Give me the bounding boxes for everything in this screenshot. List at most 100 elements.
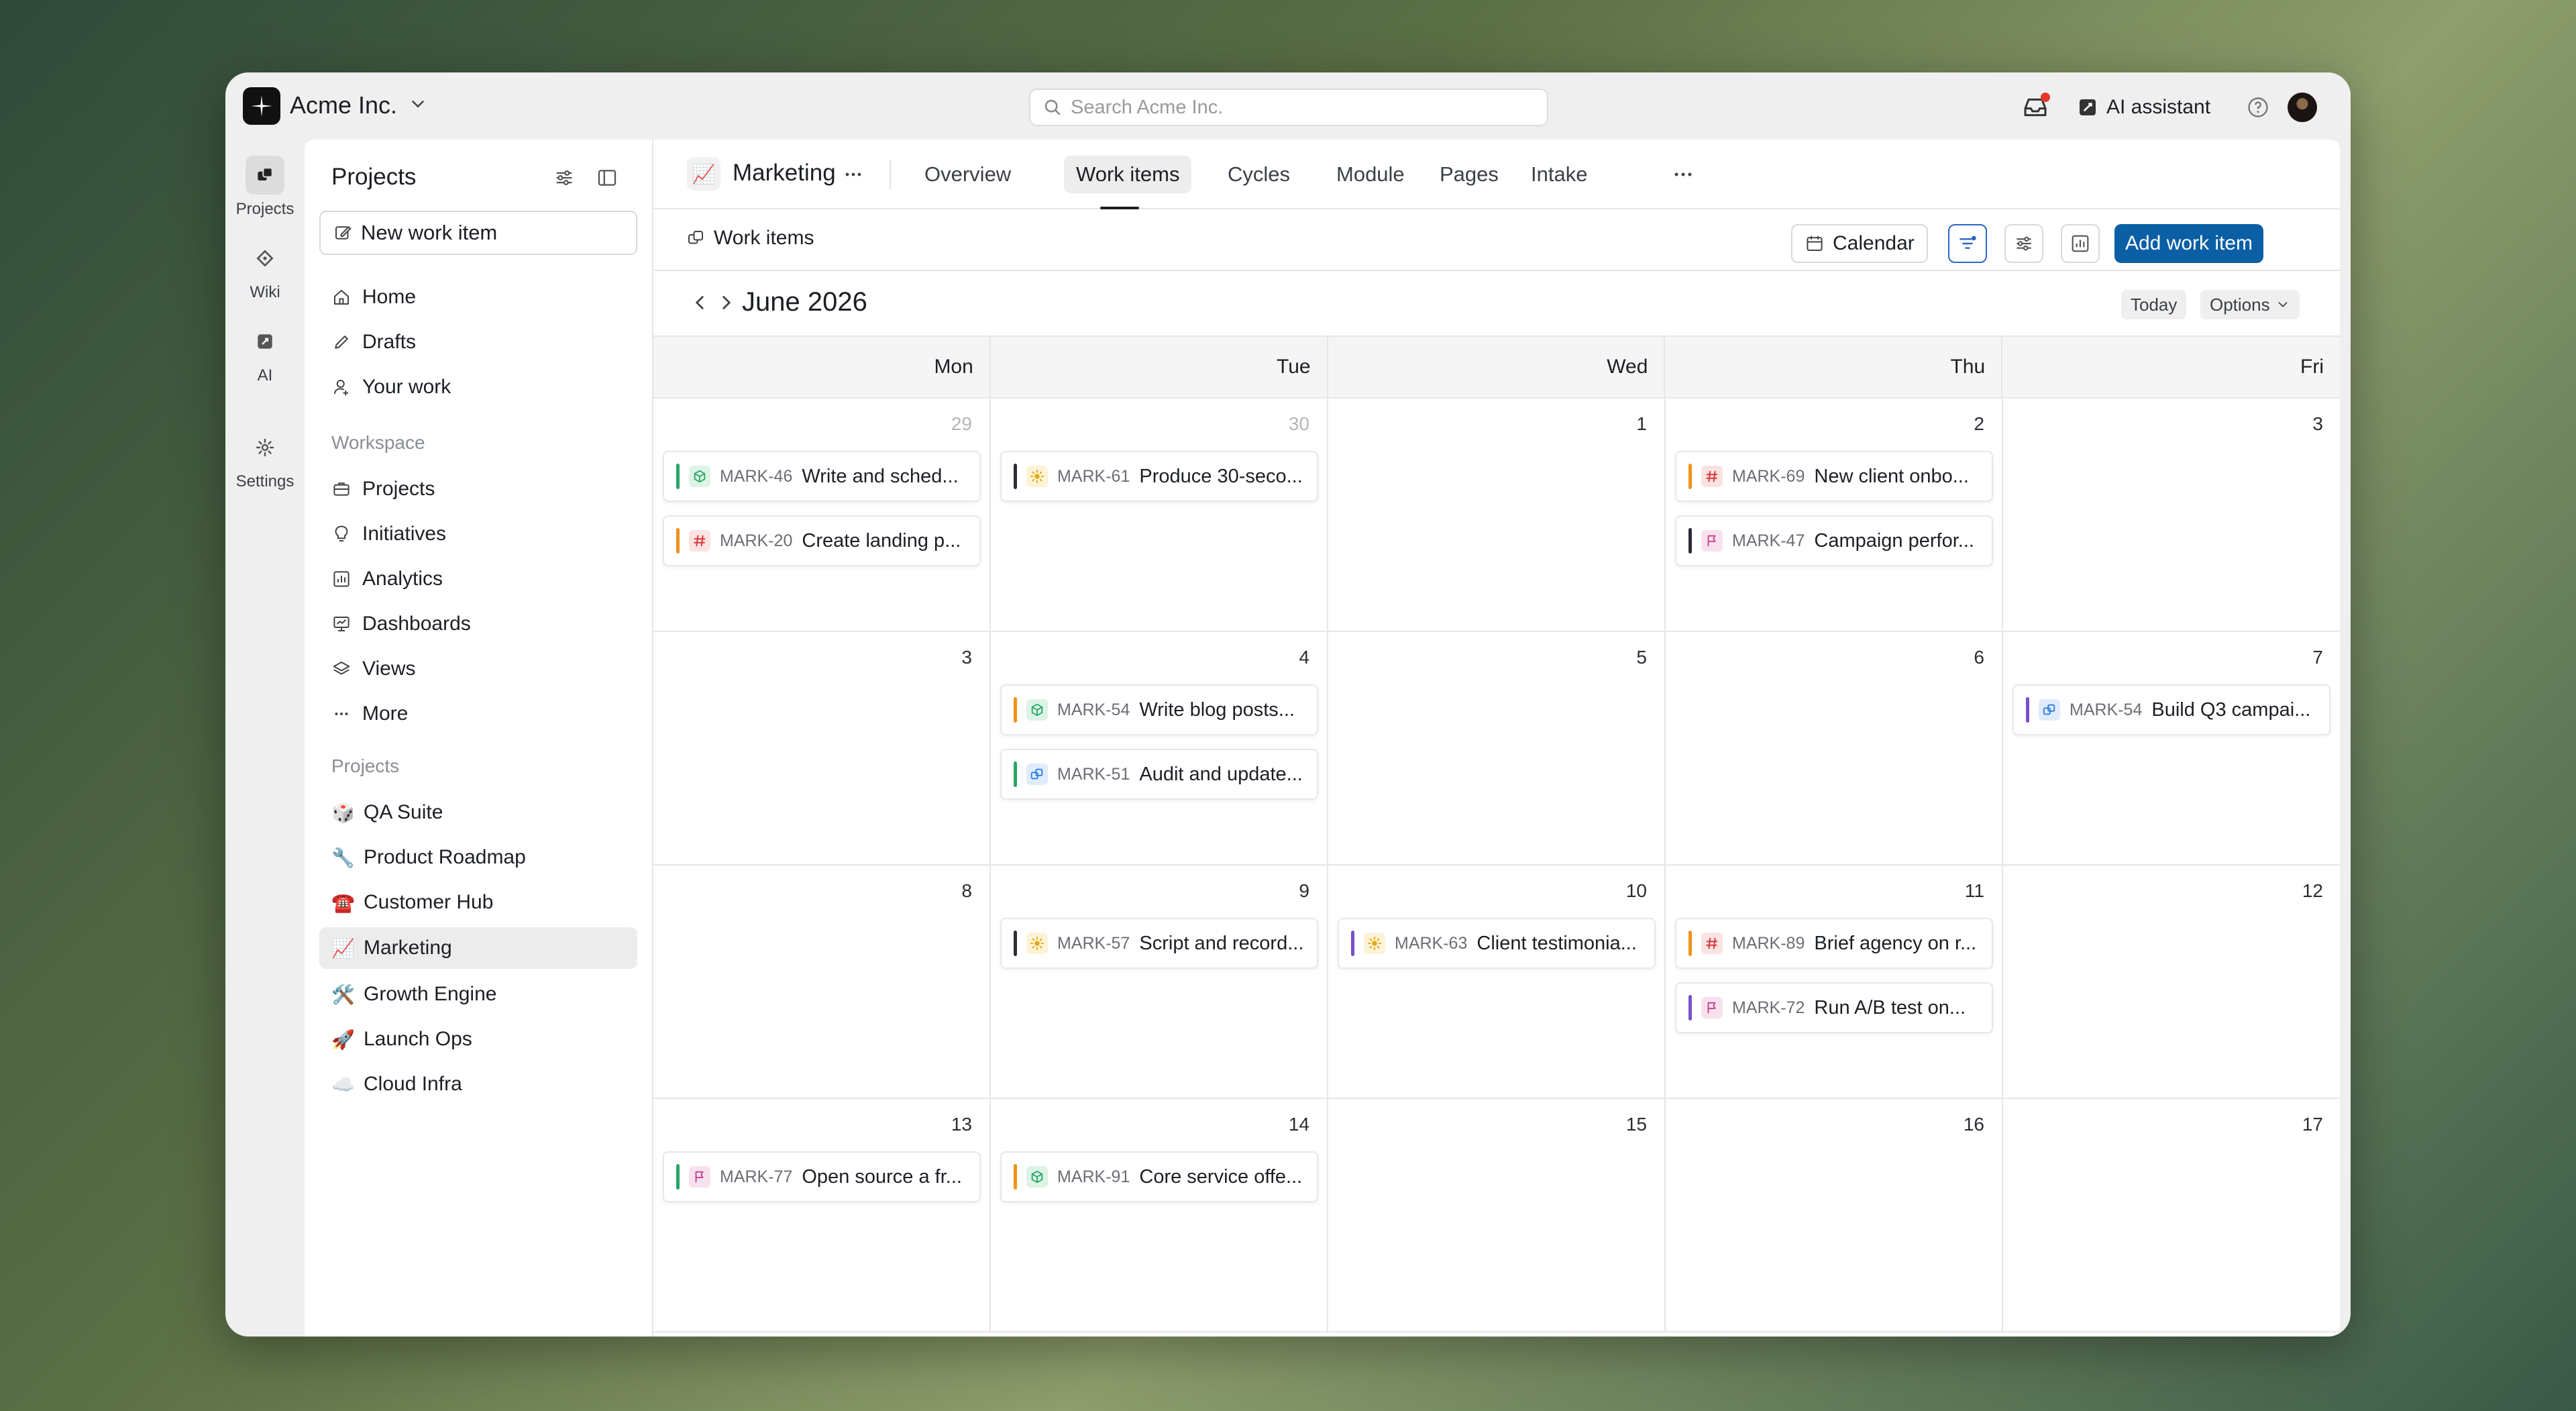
sidebar-item-projects[interactable]: Projects xyxy=(319,468,637,510)
work-item-card[interactable]: MARK-54 Write blog posts... xyxy=(1000,684,1318,735)
sidebar-item-initiatives[interactable]: Initiatives xyxy=(319,513,637,555)
filter-button[interactable] xyxy=(1948,224,1987,263)
sidebar-item-analytics[interactable]: Analytics xyxy=(319,558,637,600)
work-item-key: MARK-54 xyxy=(2070,700,2143,719)
help-icon[interactable] xyxy=(2246,95,2270,119)
sidebar-project-marketing[interactable]: 📈 Marketing xyxy=(319,927,637,969)
sidebar-item-views[interactable]: Views xyxy=(319,648,637,690)
tab-pages[interactable]: Pages xyxy=(1428,156,1511,193)
analytics-button[interactable] xyxy=(2061,224,2100,263)
sidebar-item-label: Cloud Infra xyxy=(364,1073,462,1095)
calendar-day-cell[interactable]: 8 xyxy=(653,866,991,1099)
work-item-card[interactable]: MARK-91 Core service offe... xyxy=(1000,1151,1318,1202)
calendar-day-cell[interactable]: 5 xyxy=(1328,632,1666,866)
work-item-card[interactable]: MARK-46 Write and sched... xyxy=(663,451,981,502)
sidebar-item-label: Projects xyxy=(362,478,435,500)
calendar-day-cell[interactable]: 16 xyxy=(1666,1099,2003,1332)
sidebar-item-your-work[interactable]: Your work xyxy=(319,366,637,408)
calendar-day-cell[interactable]: 12 xyxy=(2003,866,2340,1099)
calendar-day-cell[interactable]: 15 xyxy=(1328,1099,1666,1332)
calendar-day-cell[interactable]: 1 xyxy=(1328,399,1666,632)
tab-overview[interactable]: Overview xyxy=(912,156,1023,193)
search-input[interactable] xyxy=(1071,96,1527,119)
calendar-day-cell[interactable]: 11 MARK-89 Brief agency on r... MARK-72 Run … xyxy=(1666,866,2003,1099)
rail-item-wiki[interactable]: Wiki xyxy=(225,239,305,302)
layout-calendar-button[interactable]: Calendar xyxy=(1791,224,1928,263)
work-item-card[interactable]: MARK-72 Run A/B test on... xyxy=(1675,982,1993,1033)
work-items-label: Work items xyxy=(714,227,814,249)
today-button[interactable]: Today xyxy=(2121,290,2187,319)
tab-module[interactable]: Module xyxy=(1324,156,1417,193)
sidebar-project-cloud-infra[interactable]: ☁️ Cloud Infra xyxy=(319,1063,637,1105)
chevron-down-icon[interactable] xyxy=(408,94,428,114)
more-horizontal-icon[interactable] xyxy=(1672,166,1695,182)
filter-sliders-icon[interactable] xyxy=(553,166,576,189)
day-work-items: MARK-89 Brief agency on r... MARK-72 Run A/… xyxy=(1675,918,1993,1033)
display-button[interactable] xyxy=(2004,224,2043,263)
workspace-name[interactable]: Acme Inc. xyxy=(290,91,397,119)
calendar-day-cell[interactable]: 4 MARK-54 Write blog posts... MARK-51 Audit … xyxy=(991,632,1328,866)
priority-bar xyxy=(2026,697,2029,723)
priority-bar xyxy=(676,528,680,554)
rail-label: AI xyxy=(257,366,273,384)
calendar-day-cell[interactable]: 3 xyxy=(2003,399,2340,632)
day-number: 1 xyxy=(1636,413,1647,434)
add-work-item-button[interactable]: Add work item xyxy=(2114,224,2263,263)
tab-cycles[interactable]: Cycles xyxy=(1216,156,1302,193)
chevron-right-icon[interactable] xyxy=(715,291,738,314)
work-item-card[interactable]: MARK-89 Brief agency on r... xyxy=(1675,918,1993,969)
work-item-card[interactable]: MARK-63 Client testimonia... xyxy=(1338,918,1656,969)
sidebar-project-customer-hub[interactable]: ☎️ Customer Hub xyxy=(319,882,637,923)
sidebar-project-launch-ops[interactable]: 🚀 Launch Ops xyxy=(319,1018,637,1060)
calendar-day-cell[interactable]: 7 MARK-54 Build Q3 campai... xyxy=(2003,632,2340,866)
work-item-title: Run A/B test on... xyxy=(1814,996,1966,1018)
sidebar-project-growth-engine[interactable]: 🛠️ Growth Engine xyxy=(319,974,637,1015)
project-emoji-icon[interactable]: 📈 xyxy=(687,157,720,191)
day-number: 6 xyxy=(1974,647,1984,668)
rail-item-settings[interactable]: Settings xyxy=(225,428,305,491)
work-item-card[interactable]: MARK-57 Script and record... xyxy=(1000,918,1318,969)
sidebar-item-more[interactable]: More xyxy=(319,693,637,735)
work-item-card[interactable]: MARK-61 Produce 30-seco... xyxy=(1000,451,1318,502)
work-items-breadcrumb[interactable]: Work items xyxy=(686,227,814,250)
rail-item-projects[interactable]: Projects xyxy=(225,156,305,219)
work-item-card[interactable]: MARK-20 Create landing p... xyxy=(663,515,981,566)
calendar-day-cell[interactable]: 14 MARK-91 Core service offe... xyxy=(991,1099,1328,1332)
calendar-day-cell[interactable]: 2 MARK-69 New client onbo... MARK-47 Campaig… xyxy=(1666,399,2003,632)
calendar-day-cell[interactable]: 3 xyxy=(653,632,991,866)
options-dropdown[interactable]: Options xyxy=(2200,290,2300,319)
sidebar-item-drafts[interactable]: Drafts xyxy=(319,321,637,363)
new-work-item-button[interactable]: New work item xyxy=(319,211,637,255)
work-item-card[interactable]: MARK-51 Audit and update... xyxy=(1000,749,1318,800)
more-horizontal-icon[interactable] xyxy=(841,162,865,187)
sidebar-item-home[interactable]: Home xyxy=(319,276,637,318)
work-item-card[interactable]: MARK-69 New client onbo... xyxy=(1675,451,1993,502)
work-item-card[interactable]: MARK-47 Campaign perfor... xyxy=(1675,515,1993,566)
day-work-items: MARK-91 Core service offe... xyxy=(1000,1151,1318,1202)
rail-label: Settings xyxy=(235,472,294,490)
calendar-day-cell[interactable]: 30 MARK-61 Produce 30-seco... xyxy=(991,399,1328,632)
calendar-day-cell[interactable]: 10 MARK-63 Client testimonia... xyxy=(1328,866,1666,1099)
search-box[interactable] xyxy=(1029,89,1548,126)
pencil-square-icon xyxy=(335,225,352,240)
tab-intake[interactable]: Intake xyxy=(1519,156,1599,193)
calendar-day-cell[interactable]: 13 MARK-77 Open source a fr... xyxy=(653,1099,991,1332)
work-item-card[interactable]: MARK-77 Open source a fr... xyxy=(663,1151,981,1202)
user-avatar[interactable] xyxy=(2288,93,2317,122)
ai-assistant-button[interactable]: AI assistant xyxy=(2077,89,2210,126)
tab-work-items[interactable]: Work items xyxy=(1064,156,1192,193)
calendar-day-cell[interactable]: 29 MARK-46 Write and sched... MARK-20 Create… xyxy=(653,399,991,632)
sidebar-project-product-roadmap[interactable]: 🔧 Product Roadmap xyxy=(319,837,637,878)
sidebar-item-dashboards[interactable]: Dashboards xyxy=(319,603,637,645)
sidebar-toggle-icon[interactable] xyxy=(596,166,619,189)
calendar-day-cell[interactable]: 6 xyxy=(1666,632,2003,866)
rail-item-ai[interactable]: AI xyxy=(225,322,305,385)
rail-label: Projects xyxy=(235,200,294,218)
workspace-logo-icon[interactable] xyxy=(243,87,280,125)
chevron-left-icon[interactable] xyxy=(688,291,711,314)
sidebar-project-qa-suite[interactable]: 🎲 QA Suite xyxy=(319,792,637,833)
work-item-card[interactable]: MARK-54 Build Q3 campai... xyxy=(2012,684,2330,735)
calendar-day-cell[interactable]: 17 xyxy=(2003,1099,2340,1332)
project-title[interactable]: Marketing xyxy=(733,160,836,187)
calendar-day-cell[interactable]: 9 MARK-57 Script and record... xyxy=(991,866,1328,1099)
